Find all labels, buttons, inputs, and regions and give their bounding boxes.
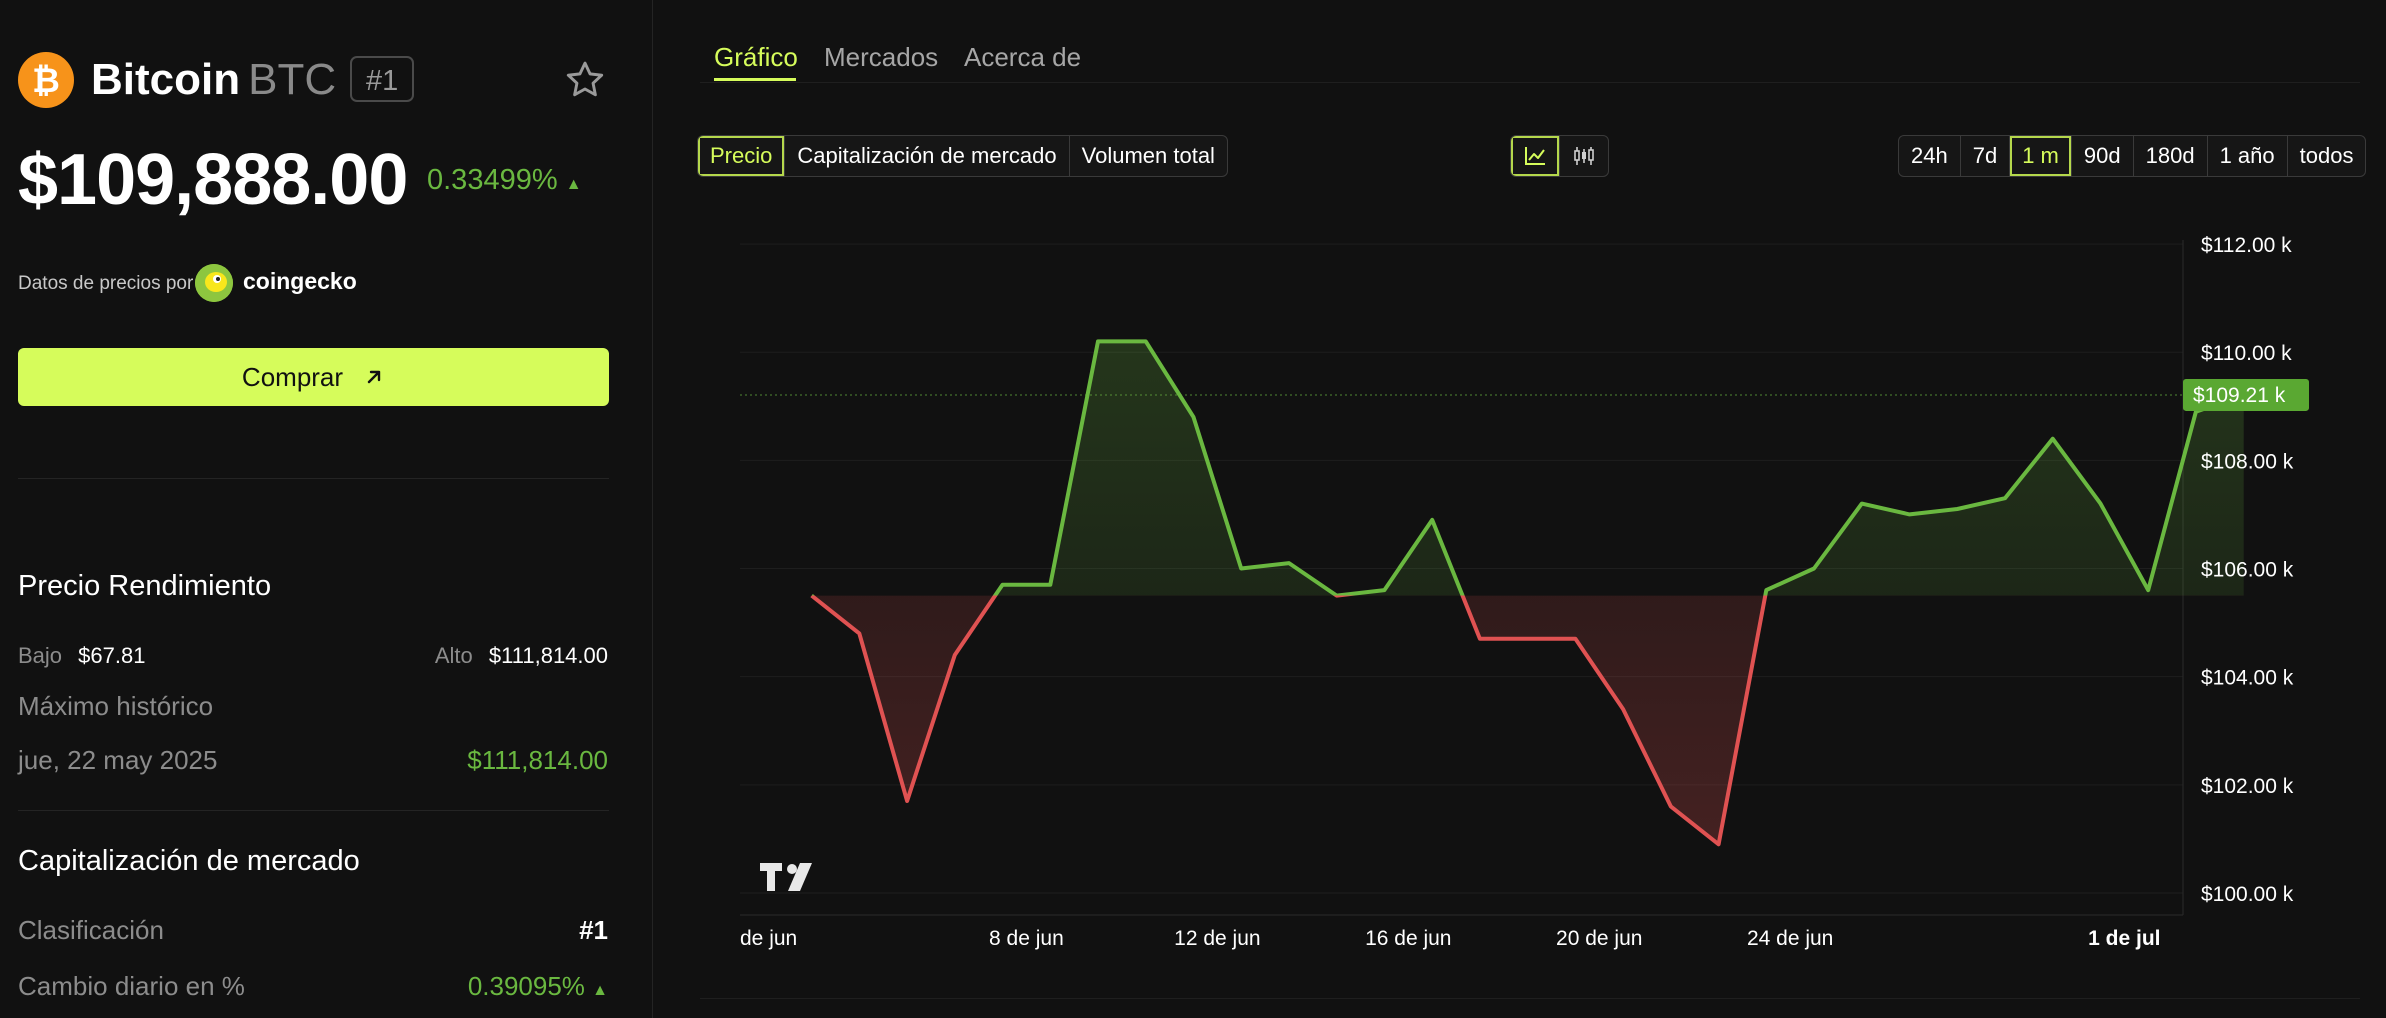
data-point (1812, 567, 1816, 571)
rank-value: #1 (579, 915, 608, 945)
provider-name[interactable]: coingecko (243, 268, 357, 295)
data-point (1621, 707, 1625, 711)
buy-button[interactable]: Comprar (18, 348, 609, 406)
data-point (1860, 502, 1864, 506)
y-axis-ticks: $100.00 k $102.00 k $104.00 k $106.00 k $108… (2201, 234, 2294, 906)
y-tick-label: $110.00 k (2201, 342, 2292, 365)
coin-title: Bitcoin BTC (91, 52, 336, 108)
x-tick-label: 8 de jun (989, 927, 1064, 950)
x-tick-label: 24 de jun (1747, 927, 1833, 950)
tabs-divider (700, 82, 2360, 83)
y-tick-label: $100.00 k (2201, 883, 2294, 906)
data-point (1669, 804, 1673, 808)
data-point (953, 653, 957, 657)
high-value: $111,814.00 (488, 643, 608, 668)
chart-bottom-divider (700, 998, 2360, 999)
data-point (1764, 588, 1768, 592)
current-price-label: $109.21 k (2193, 384, 2286, 407)
price-up-arrow-icon: ▲ (565, 176, 582, 193)
x-tick-label: 12 de jun (1174, 927, 1260, 950)
data-point (1144, 339, 1148, 343)
rank-badge: #1 (350, 56, 415, 102)
current-price-tag: $109.21 k (2183, 378, 2309, 411)
ath-value: $111,814.00 (467, 745, 608, 775)
daily-change-up-arrow-icon: ▲ (592, 982, 608, 999)
data-point (905, 799, 909, 803)
divider (18, 478, 609, 479)
ath-label: Máximo histórico (18, 691, 214, 721)
x-tick-label: 20 de jun (1556, 927, 1642, 950)
data-point (2098, 502, 2102, 506)
tab-markets[interactable]: Mercados (824, 40, 938, 74)
low-value: $67.81 (78, 643, 146, 668)
data-point (1191, 415, 1195, 419)
x-tick-label: 16 de jun (1365, 927, 1451, 950)
current-price: $109,888.00 (18, 140, 408, 220)
tab-chart[interactable]: Gráfico (714, 40, 798, 74)
active-tab-indicator (714, 78, 796, 81)
data-point (1478, 637, 1482, 641)
data-point (1096, 339, 1100, 343)
buy-button-label: Comprar (241, 361, 344, 392)
coingecko-logo-icon (195, 264, 233, 302)
y-tick-label: $112.00 k (2201, 234, 2292, 257)
data-point (1287, 561, 1291, 565)
daily-change: 0.39095% ▲ (468, 970, 608, 1007)
ath-date: jue, 22 may 2025 (18, 745, 218, 775)
x-tick-label: de jun (740, 927, 797, 950)
tradingview-logo-icon (760, 863, 812, 891)
data-point (1335, 594, 1339, 598)
data-point (1955, 507, 1959, 511)
y-tick-label: $106.00 k (2201, 559, 2294, 582)
high-label: Alto (434, 643, 473, 668)
daily-change-label: Cambio diario en % (18, 971, 245, 1001)
coin-symbol: BTC (248, 55, 337, 104)
svg-text:₿: ₿ (32, 62, 60, 100)
low-price: Bajo $67.81 (18, 640, 145, 672)
data-point (857, 631, 861, 635)
external-arrow-icon (367, 370, 381, 384)
data-point (2146, 588, 2150, 592)
high-price: Alto $111,814.00 (435, 640, 608, 672)
divider (18, 810, 609, 811)
bitcoin-icon: ₿ (18, 52, 74, 108)
price-change: 0.33499% ▲ (427, 162, 582, 203)
data-point (1573, 637, 1577, 641)
price-change-percent: 0.33499% (427, 164, 558, 196)
y-tick-label: $108.00 k (2201, 450, 2294, 473)
market-cap-title: Capitalización de mercado (18, 845, 360, 877)
data-point (2051, 437, 2055, 441)
data-point (1239, 567, 1243, 571)
data-point (1908, 512, 1912, 516)
low-label: Bajo (18, 643, 63, 668)
coin-summary-panel: ₿ Bitcoin BTC #1 $109,888.00 0.33499% ▲ D… (0, 0, 653, 1018)
data-point (1382, 588, 1386, 592)
data-point (810, 594, 814, 598)
data-point (1430, 518, 1434, 522)
data-point (1001, 583, 1005, 587)
data-point (1526, 637, 1530, 641)
x-tick-label: 1 de jul (2088, 927, 2160, 950)
chart-area-above-baseline (995, 341, 2244, 596)
performance-title: Precio Rendimiento (18, 570, 272, 602)
rank-label: Clasificación (18, 915, 164, 945)
daily-change-value: 0.39095% (467, 971, 585, 1001)
y-tick-label: $104.00 k (2201, 667, 2294, 690)
tab-about[interactable]: Acerca de (964, 40, 1081, 74)
price-provider-label: Datos de precios por (18, 273, 194, 294)
y-tick-label: $102.00 k (2201, 775, 2294, 798)
coin-name: Bitcoin (91, 55, 241, 104)
favorite-star-icon[interactable] (563, 58, 607, 102)
data-point (1717, 842, 1721, 846)
x-axis-ticks: de jun 8 de jun 12 de jun 16 de jun 20 de ju… (740, 927, 2161, 950)
data-point (1048, 583, 1052, 587)
data-point (2003, 496, 2007, 500)
price-chart[interactable]: $100.00 k $102.00 k $104.00 k $106.00 k $108… (690, 150, 2360, 970)
